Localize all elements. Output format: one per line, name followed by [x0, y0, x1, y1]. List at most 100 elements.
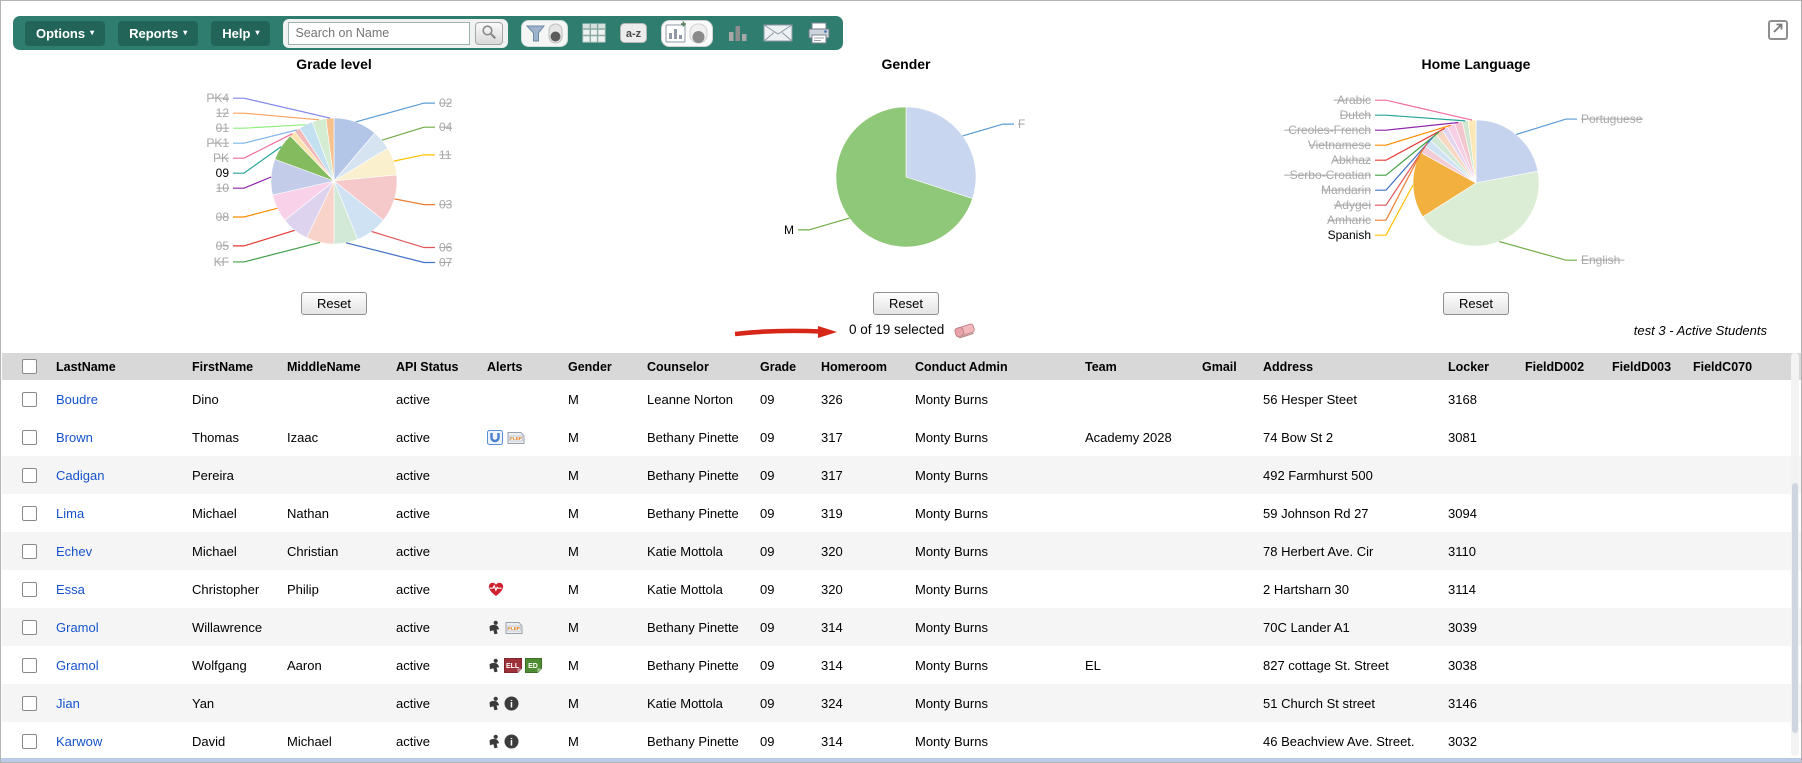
column-header-fieldc070[interactable]: FieldC070 — [1687, 353, 1802, 380]
cell-select — [2, 722, 50, 760]
column-header-api_status[interactable]: API Status — [390, 353, 481, 380]
column-header-fieldd002[interactable]: FieldD002 — [1519, 353, 1606, 380]
print-icon[interactable] — [807, 22, 831, 44]
cell-fieldd003 — [1606, 722, 1687, 760]
row-checkbox[interactable] — [22, 506, 37, 521]
vertical-scrollbar[interactable] — [1791, 353, 1799, 756]
figure-alert-icon[interactable] — [487, 658, 501, 673]
column-header-team[interactable]: Team — [1079, 353, 1196, 380]
cell-fieldd002 — [1519, 494, 1606, 532]
column-header-first[interactable]: FirstName — [186, 353, 281, 380]
sort-az-icon[interactable]: a-z — [620, 23, 647, 43]
chevron-down-icon: ▾ — [90, 29, 94, 37]
column-header-fieldd003[interactable]: FieldD003 — [1606, 353, 1687, 380]
row-checkbox[interactable] — [22, 544, 37, 559]
cell-fieldc070 — [1687, 684, 1802, 722]
column-header-counselor[interactable]: Counselor — [641, 353, 754, 380]
reports-menu-button[interactable]: Reports ▾ — [118, 21, 198, 46]
row-checkbox[interactable] — [22, 658, 37, 673]
row-checkbox[interactable] — [22, 468, 37, 483]
row-checkbox[interactable] — [22, 620, 37, 635]
bar-chart-icon[interactable] — [727, 23, 749, 43]
cell-fieldc070 — [1687, 380, 1802, 418]
cell-api_status: active — [390, 532, 481, 570]
chart-title-gender: Gender — [696, 56, 1116, 76]
column-header-gender[interactable]: Gender — [562, 353, 641, 380]
eraser-icon[interactable] — [953, 321, 977, 344]
cell-counselor: Bethany Pinette — [641, 418, 754, 456]
table-grid-icon[interactable] — [582, 23, 606, 43]
row-checkbox[interactable] — [22, 734, 37, 749]
filter-toggle-icon[interactable] — [521, 20, 568, 47]
scrollbar-thumb[interactable] — [1792, 483, 1798, 733]
student-link[interactable]: Essa — [56, 582, 85, 597]
medical-alert-icon[interactable] — [487, 581, 505, 597]
cell-api_status: active — [390, 570, 481, 608]
toolbar-icon-group: a-z — [521, 20, 831, 47]
student-link[interactable]: Brown — [56, 430, 93, 445]
mail-icon[interactable] — [763, 23, 793, 43]
red-arrow-indicator — [733, 325, 839, 344]
cell-fieldc070 — [1687, 608, 1802, 646]
column-header-homeroom[interactable]: Homeroom — [815, 353, 909, 380]
cell-homeroom: 320 — [815, 532, 909, 570]
student-link[interactable]: Echev — [56, 544, 92, 559]
cell-last: Lima — [50, 494, 186, 532]
figure-alert-icon[interactable] — [487, 620, 501, 635]
reset-home-language-button[interactable]: Reset — [1443, 292, 1509, 315]
column-header-gmail[interactable]: Gmail — [1196, 353, 1257, 380]
student-link[interactable]: Cadigan — [56, 468, 104, 483]
row-checkbox[interactable] — [22, 392, 37, 407]
cell-team — [1079, 532, 1196, 570]
cell-last: Brown — [50, 418, 186, 456]
ed-badge-icon[interactable]: ED — [525, 658, 542, 673]
row-checkbox[interactable] — [22, 696, 37, 711]
student-link[interactable]: Lima — [56, 506, 84, 521]
cell-gmail — [1196, 570, 1257, 608]
student-link[interactable]: Jian — [56, 696, 80, 711]
ell-badge-icon[interactable]: ELL — [504, 658, 522, 673]
cell-last: Echev — [50, 532, 186, 570]
column-header-alerts[interactable]: Alerts — [481, 353, 562, 380]
students-table-wrap: LastNameFirstNameMiddleNameAPI StatusAle… — [2, 353, 1802, 760]
cell-team — [1079, 684, 1196, 722]
column-header-conduct_admin[interactable]: Conduct Admin — [909, 353, 1079, 380]
chart-add-toggle-icon[interactable] — [661, 20, 713, 47]
u-alert-icon[interactable] — [487, 430, 503, 445]
figure-alert-icon[interactable] — [487, 696, 501, 711]
label-leader-line — [233, 125, 306, 128]
info-alert-icon[interactable]: i — [504, 734, 519, 749]
pie-label-09[interactable]: 09 — [216, 166, 230, 180]
options-menu-button[interactable]: Options ▾ — [25, 21, 105, 46]
cell-alerts — [481, 532, 562, 570]
student-link[interactable]: Gramol — [56, 620, 99, 635]
student-link[interactable]: Karwow — [56, 734, 102, 749]
flep-icon[interactable]: FLEP — [506, 430, 526, 445]
row-checkbox[interactable] — [22, 582, 37, 597]
column-header-middle[interactable]: MiddleName — [281, 353, 390, 380]
column-header-address[interactable]: Address — [1257, 353, 1442, 380]
student-link[interactable]: Boudre — [56, 392, 98, 407]
row-checkbox[interactable] — [22, 430, 37, 445]
help-menu-button[interactable]: Help ▾ — [211, 21, 270, 46]
expand-window-button[interactable] — [1768, 20, 1788, 40]
cell-gender: M — [562, 418, 641, 456]
pie-label-m[interactable]: M — [784, 223, 794, 237]
info-alert-icon[interactable]: i — [504, 696, 519, 711]
cell-locker — [1442, 456, 1519, 494]
cell-homeroom: 319 — [815, 494, 909, 532]
column-header-locker[interactable]: Locker — [1442, 353, 1519, 380]
column-header-grade[interactable]: Grade — [754, 353, 815, 380]
student-link[interactable]: Gramol — [56, 658, 99, 673]
pie-label-spanish[interactable]: Spanish — [1328, 228, 1371, 242]
search-input[interactable] — [288, 22, 470, 45]
reset-grade-level-button[interactable]: Reset — [301, 292, 367, 315]
reset-gender-button[interactable]: Reset — [873, 292, 939, 315]
cell-select — [2, 570, 50, 608]
column-header-last[interactable]: LastName — [50, 353, 186, 380]
search-button[interactable] — [475, 22, 503, 45]
figure-alert-icon[interactable] — [487, 734, 501, 749]
svg-text:ED: ED — [528, 662, 538, 669]
select-all-checkbox[interactable] — [22, 359, 37, 374]
flep-icon[interactable]: FLEP — [504, 620, 524, 635]
